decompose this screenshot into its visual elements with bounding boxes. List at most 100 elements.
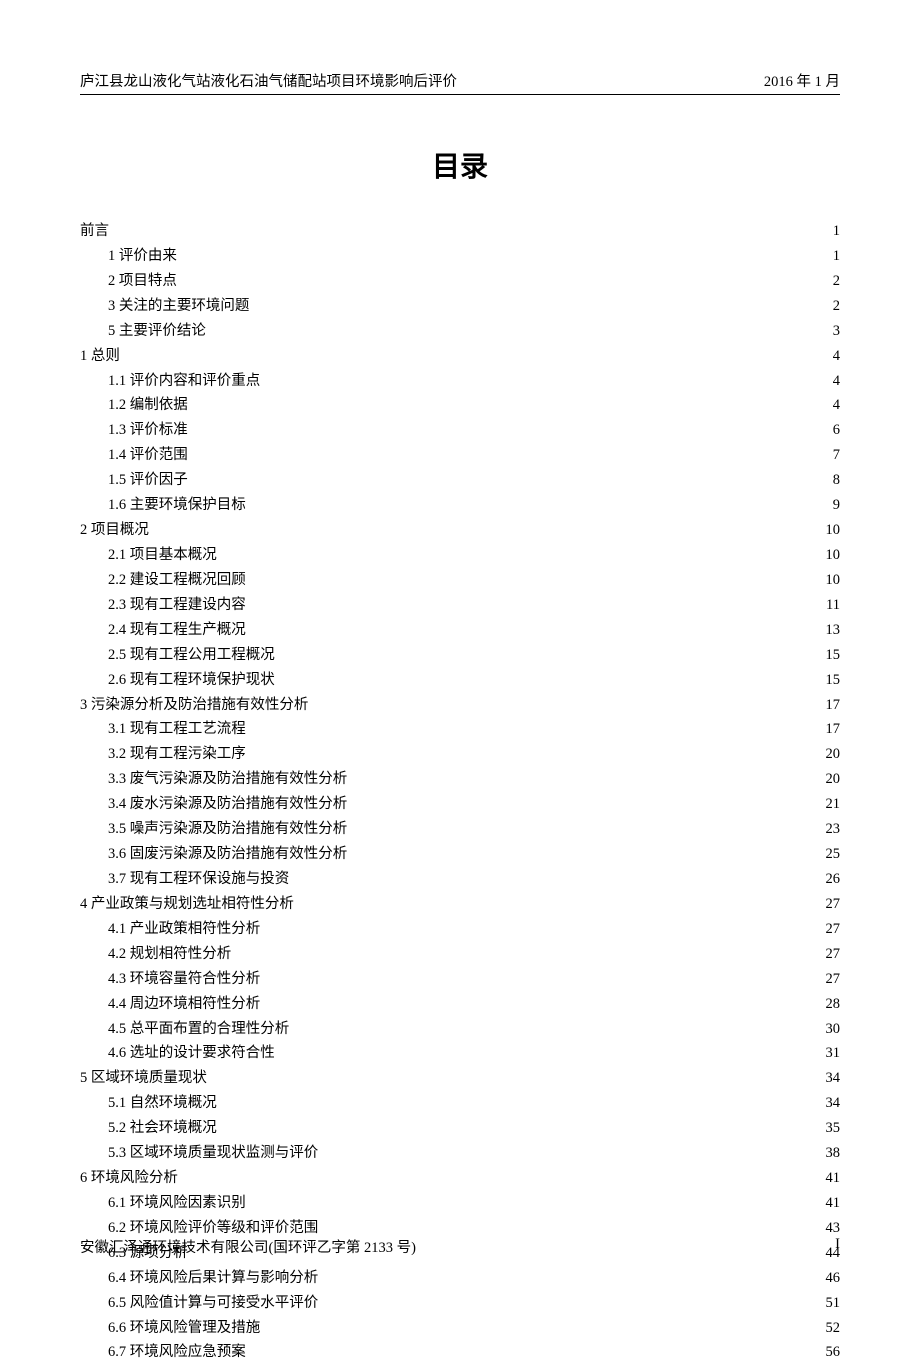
toc-entry: 6.6 环境风险管理及措施 52 bbox=[80, 1317, 840, 1341]
toc-entry-label: 1 总则 bbox=[80, 345, 120, 369]
toc-entry-page: 25 bbox=[820, 843, 840, 867]
toc-entry: 4.6 选址的设计要求符合性 31 bbox=[80, 1042, 840, 1066]
toc-entry-label: 4.6 选址的设计要求符合性 bbox=[108, 1042, 275, 1066]
toc-entry-label: 6 环境风险分析 bbox=[80, 1167, 178, 1191]
toc-entry: 2.4 现有工程生产概况13 bbox=[80, 619, 840, 643]
toc-entry-page: 34 bbox=[820, 1092, 840, 1116]
toc-entry-label: 3.4 废水污染源及防治措施有效性分析 bbox=[108, 793, 347, 817]
toc-entry: 1.3 评价标准 6 bbox=[80, 419, 840, 443]
toc-entry-page: 15 bbox=[820, 669, 840, 693]
toc-entry-label: 6.1 环境风险因素识别 bbox=[108, 1192, 246, 1216]
toc-entry-label: 3.5 噪声污染源及防治措施有效性分析 bbox=[108, 818, 347, 842]
toc-entry: 4.1 产业政策相符性分析 27 bbox=[80, 918, 840, 942]
toc-entry-page: 4 bbox=[820, 370, 840, 394]
toc-entry-label: 6.5 风险值计算与可接受水平评价 bbox=[108, 1292, 318, 1316]
toc-entry-page: 31 bbox=[820, 1042, 840, 1066]
toc-entry: 3 关注的主要环境问题2 bbox=[80, 295, 840, 319]
footer-left-text: 安徽汇泽通环境技术有限公司(国环评乙字第 2133 号) bbox=[80, 1236, 416, 1257]
toc-entry: 3.1 现有工程工艺流程 17 bbox=[80, 718, 840, 742]
toc-entry-page: 9 bbox=[820, 494, 840, 518]
toc-entry: 前言 1 bbox=[80, 220, 840, 244]
toc-entry-label: 4.2 规划相符性分析 bbox=[108, 943, 231, 967]
toc-entry: 3.5 噪声污染源及防治措施有效性分析23 bbox=[80, 818, 840, 842]
toc-entry-page: 38 bbox=[820, 1142, 840, 1166]
toc-entry-label: 3.2 现有工程污染工序 bbox=[108, 743, 246, 767]
toc-entry-page: 2 bbox=[820, 295, 840, 319]
toc-entry: 6.1 环境风险因素识别 41 bbox=[80, 1192, 840, 1216]
toc-entry-label: 6.6 环境风险管理及措施 bbox=[108, 1317, 260, 1341]
toc-entry-page: 13 bbox=[820, 619, 840, 643]
toc-entry-label: 6.4 环境风险后果计算与影响分析 bbox=[108, 1267, 318, 1291]
toc-entry: 2.1 项目基本概况 10 bbox=[80, 544, 840, 568]
toc-entry-page: 56 bbox=[820, 1341, 840, 1365]
toc-entry-page: 20 bbox=[820, 743, 840, 767]
toc-entry-label: 3.1 现有工程工艺流程 bbox=[108, 718, 246, 742]
toc-entry: 4.2 规划相符性分析 27 bbox=[80, 943, 840, 967]
toc-entry-label: 2 项目特点 bbox=[108, 270, 177, 294]
toc-entry-page: 46 bbox=[820, 1267, 840, 1291]
toc-entry-label: 2.1 项目基本概况 bbox=[108, 544, 217, 568]
toc-entry-page: 1 bbox=[820, 245, 840, 269]
toc-entry: 6.7 环境风险应急预案 56 bbox=[80, 1341, 840, 1365]
toc-entry-label: 2.2 建设工程概况回顾 bbox=[108, 569, 246, 593]
toc-entry-label: 5.2 社会环境概况 bbox=[108, 1117, 217, 1141]
toc-entry-label: 前言 bbox=[80, 220, 109, 244]
toc-entry-page: 21 bbox=[820, 793, 840, 817]
toc-entry-page: 3 bbox=[820, 320, 840, 344]
toc-entry-label: 3 污染源分析及防治措施有效性分析 bbox=[80, 694, 308, 718]
toc-entry-label: 6.7 环境风险应急预案 bbox=[108, 1341, 246, 1365]
toc-entry-page: 27 bbox=[820, 918, 840, 942]
toc-entry-page: 1 bbox=[820, 220, 840, 244]
toc-entry-page: 8 bbox=[820, 469, 840, 493]
toc-entry-page: 10 bbox=[820, 519, 840, 543]
toc-entry-label: 1.5 评价因子 bbox=[108, 469, 188, 493]
toc-entry-label: 2.6 现有工程环境保护现状 bbox=[108, 669, 275, 693]
toc-entry-page: 11 bbox=[820, 594, 840, 618]
toc-entry: 5.2 社会环境概况35 bbox=[80, 1117, 840, 1141]
toc-entry-label: 4.4 周边环境相符性分析 bbox=[108, 993, 260, 1017]
toc-entry-page: 6 bbox=[820, 419, 840, 443]
toc-entry-label: 5 主要评价结论 bbox=[108, 320, 206, 344]
toc-entry-page: 41 bbox=[820, 1167, 840, 1191]
toc-entry: 3.4 废水污染源及防治措施有效性分析 21 bbox=[80, 793, 840, 817]
header-left-text: 庐江县龙山液化气站液化石油气储配站项目环境影响后评价 bbox=[80, 70, 457, 91]
page-header: 庐江县龙山液化气站液化石油气储配站项目环境影响后评价 2016 年 1 月 bbox=[80, 70, 840, 95]
toc-entry: 2.6 现有工程环境保护现状 15 bbox=[80, 669, 840, 693]
toc-entry-page: 4 bbox=[820, 394, 840, 418]
toc-entry-page: 20 bbox=[820, 768, 840, 792]
toc-entry: 2.2 建设工程概况回顾10 bbox=[80, 569, 840, 593]
toc-entry-label: 1.3 评价标准 bbox=[108, 419, 188, 443]
page-footer: 安徽汇泽通环境技术有限公司(国环评乙字第 2133 号) I bbox=[80, 1236, 840, 1257]
toc-entry-label: 4.1 产业政策相符性分析 bbox=[108, 918, 260, 942]
toc-entry-label: 1.2 编制依据 bbox=[108, 394, 188, 418]
toc-entry: 6.4 环境风险后果计算与影响分析 46 bbox=[80, 1267, 840, 1291]
toc-entry-page: 4 bbox=[820, 345, 840, 369]
toc-entry-page: 26 bbox=[820, 868, 840, 892]
toc-entry: 1.2 编制依据 4 bbox=[80, 394, 840, 418]
toc-entry-page: 15 bbox=[820, 644, 840, 668]
toc-entry-label: 3.3 废气污染源及防治措施有效性分析 bbox=[108, 768, 347, 792]
toc-entry: 6 环境风险分析 41 bbox=[80, 1167, 840, 1191]
toc-entry-page: 7 bbox=[820, 444, 840, 468]
toc-entry-label: 2 项目概况 bbox=[80, 519, 149, 543]
toc-entry-label: 1.4 评价范围 bbox=[108, 444, 188, 468]
toc-entry-page: 52 bbox=[820, 1317, 840, 1341]
toc-entry-label: 5 区域环境质量现状 bbox=[80, 1067, 207, 1091]
toc-entry: 4.3 环境容量符合性分析27 bbox=[80, 968, 840, 992]
toc-entry-label: 4.5 总平面布置的合理性分析 bbox=[108, 1018, 289, 1042]
toc-entry: 1.6 主要环境保护目标9 bbox=[80, 494, 840, 518]
toc-entry-page: 10 bbox=[820, 544, 840, 568]
toc-entry-page: 27 bbox=[820, 893, 840, 917]
toc-entry-page: 51 bbox=[820, 1292, 840, 1316]
toc-entry-page: 41 bbox=[820, 1192, 840, 1216]
toc-entry: 3.3 废气污染源及防治措施有效性分析 20 bbox=[80, 768, 840, 792]
toc-entry-label: 3.6 固废污染源及防治措施有效性分析 bbox=[108, 843, 347, 867]
toc-entry-page: 27 bbox=[820, 968, 840, 992]
toc-entry: 5 区域环境质量现状34 bbox=[80, 1067, 840, 1091]
toc-entry-page: 27 bbox=[820, 943, 840, 967]
toc-entry-page: 17 bbox=[820, 718, 840, 742]
toc-entry: 4 产业政策与规划选址相符性分析27 bbox=[80, 893, 840, 917]
toc-title: 目录 bbox=[80, 145, 840, 185]
toc-entry: 2 项目概况 10 bbox=[80, 519, 840, 543]
toc-entry: 1 总则 4 bbox=[80, 345, 840, 369]
